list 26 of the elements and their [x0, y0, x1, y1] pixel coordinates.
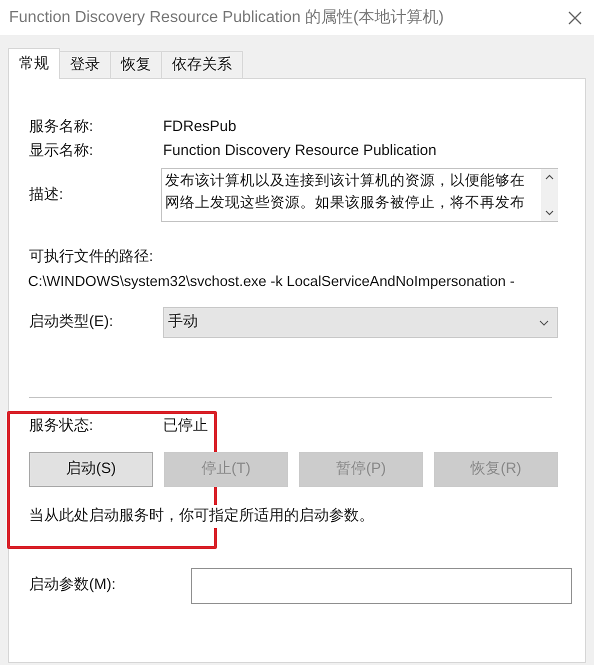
field-label: 描述: — [29, 184, 64, 205]
service-status-value: 已停止 — [163, 416, 208, 436]
tab[interactable]: 常规 — [8, 48, 60, 79]
field-label: 服务状态: — [29, 416, 94, 436]
field-label: 启动参数(M): — [29, 575, 117, 596]
field-label: 显示名称: — [29, 140, 94, 161]
scroll-up-icon[interactable] — [545, 174, 554, 180]
service-control-button[interactable]: 启动(S) — [29, 452, 153, 487]
startup-type-dropdown[interactable]: 手动 — [163, 307, 558, 338]
tab[interactable]: 恢复 — [111, 51, 162, 78]
start-parameters-field[interactable] — [191, 568, 572, 604]
description-box[interactable]: 发布该计算机以及连接到该计算机的资源，以便能够在 网络上发现这些资源。如果该服务被停止，将不再发布 — [161, 168, 558, 222]
description-text-line: 发布该计算机以及连接到该计算机的资源，以便能够在 — [165, 172, 526, 191]
close-icon[interactable] — [568, 10, 582, 24]
field-label: 可执行文件的路径: — [29, 247, 154, 267]
tab[interactable]: 登录 — [60, 51, 111, 78]
display-name-value: Function Discovery Resource Publication — [163, 140, 436, 161]
window-title: Function Discovery Resource Publication 的属性(本地计算机) — [9, 8, 444, 28]
chevron-down-icon — [539, 320, 549, 326]
service-name-value: FDResPub — [163, 116, 236, 137]
scroll-down-icon[interactable] — [545, 210, 554, 216]
executable-path: C:\WINDOWS\system32\svchost.exe -k LocalServiceAndNoImpersonation - — [28, 273, 516, 292]
field-label: 启动类型(E): — [29, 312, 114, 332]
description-text-line: 网络上发现这些资源。如果该服务被停止，将不再发布 — [165, 194, 526, 213]
tab[interactable]: 依存关系 — [162, 51, 243, 78]
field-label: 服务名称: — [29, 116, 94, 137]
